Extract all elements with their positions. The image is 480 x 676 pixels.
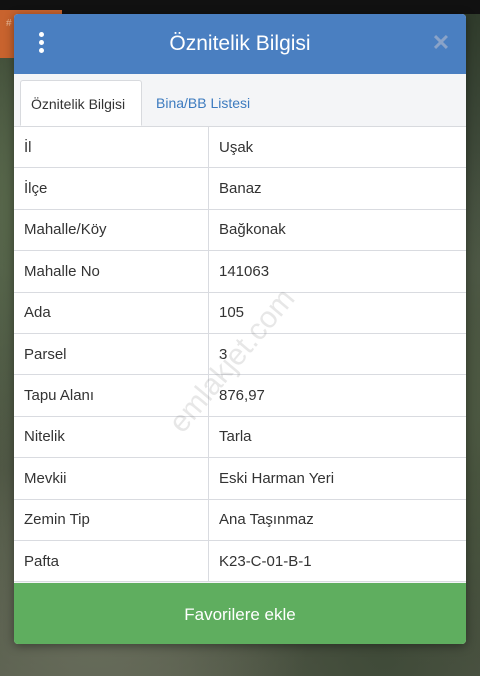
- table-row: Tapu Alanı 876,97: [14, 375, 466, 417]
- row-value: 141063: [219, 262, 270, 280]
- row-value: Banaz: [219, 180, 262, 198]
- row-value: Ana Taşınmaz: [219, 511, 314, 529]
- table-row: Zemin Tip Ana Taşınmaz: [14, 499, 466, 541]
- row-key: Mahalle No: [14, 251, 209, 292]
- modal-title: Öznitelik Bilgisi: [169, 32, 311, 55]
- row-key: Ada: [14, 292, 209, 333]
- background-top-bar: [0, 0, 480, 14]
- attribute-table: İl Uşak İlçe Banaz Mahalle/Köy Bağkonak …: [14, 127, 466, 583]
- row-value: Uşak: [219, 138, 254, 156]
- row-value: 876,97: [219, 387, 265, 405]
- row-value: 105: [219, 304, 245, 322]
- tab-building-list[interactable]: Bina/BB Listesi: [146, 80, 260, 126]
- row-key: İlçe: [14, 168, 209, 209]
- row-value: K23-C-01-B-1: [219, 552, 312, 570]
- row-value: Tarla: [219, 428, 252, 446]
- attribute-info-modal: Öznitelik Bilgisi ✕ Öznitelik Bilgisi Bi…: [14, 14, 466, 644]
- row-key: Nitelik: [14, 416, 209, 458]
- table-row: Mahalle No 141063: [14, 251, 466, 293]
- table-row: Mahalle/Köy Bağkonak: [14, 209, 466, 252]
- table-row: Ada 105: [14, 292, 466, 334]
- table-row: Nitelik Tarla: [14, 416, 466, 459]
- table-row: Pafta K23-C-01-B-1: [14, 540, 466, 583]
- table-row: Mevkii Eski Harman Yeri: [14, 458, 466, 500]
- row-key: Mevkii: [14, 458, 209, 499]
- background-orange-text: #: [6, 18, 12, 29]
- row-value: 3: [219, 345, 228, 363]
- row-key: Mahalle/Köy: [14, 209, 209, 251]
- row-key: Parsel: [14, 333, 209, 375]
- table-row: Parsel 3: [14, 333, 466, 376]
- row-key: Tapu Alanı: [14, 375, 209, 416]
- table-row: İlçe Banaz: [14, 168, 466, 210]
- add-to-favorites-button[interactable]: Favorilere ekle: [14, 583, 466, 644]
- row-key: Pafta: [14, 540, 209, 582]
- row-value: Eski Harman Yeri: [219, 469, 335, 487]
- row-key: İl: [14, 127, 209, 168]
- close-icon[interactable]: ✕: [430, 32, 452, 54]
- row-key: Zemin Tip: [14, 499, 209, 540]
- row-value: Bağkonak: [219, 221, 286, 239]
- tab-bar: Öznitelik Bilgisi Bina/BB Listesi: [14, 74, 466, 127]
- tab-attribute-info[interactable]: Öznitelik Bilgisi: [20, 80, 142, 126]
- modal-header: Öznitelik Bilgisi ✕: [14, 14, 466, 74]
- table-row: İl Uşak: [14, 127, 466, 169]
